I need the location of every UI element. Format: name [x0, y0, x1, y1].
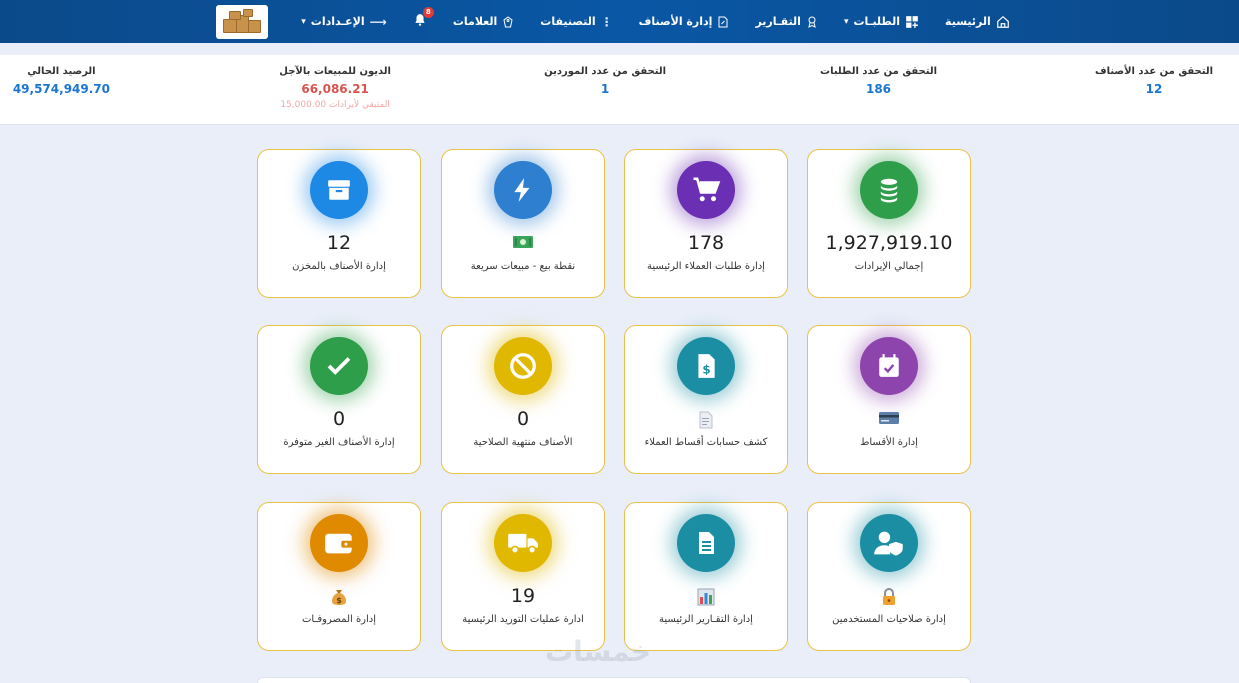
stat-label: التحقق من عدد الموردين	[544, 66, 666, 77]
tag-icon	[503, 15, 513, 27]
watermark: خمسات	[545, 635, 652, 668]
nav-reports[interactable]: التقـارير	[742, 0, 831, 43]
stat-label: الديون للمبيعات بالآجل	[279, 66, 391, 77]
card-pos[interactable]: نقطة بيع - مبيعات سريعة	[441, 149, 605, 298]
nav-notifications[interactable]: 8	[400, 0, 440, 43]
card-installments[interactable]: إدارة الأقساط	[807, 325, 971, 474]
stat-balance: الرصيد الحالي 49,574,949.70	[13, 66, 110, 96]
check-icon	[310, 337, 368, 395]
stat-label: التحقق من عدد الطلبات	[820, 66, 937, 77]
card-installment-statements[interactable]: $ كشف حسابات أقساط العملاء	[624, 325, 788, 474]
document-icon	[625, 411, 787, 433]
card-label: إدارة التقـارير الرئيسية	[659, 614, 753, 625]
card-value: 178	[687, 232, 725, 254]
nav-reports-label: التقـارير	[755, 15, 801, 28]
card-value: 0	[516, 408, 530, 430]
file-text-icon	[677, 514, 735, 572]
ban-icon	[494, 337, 552, 395]
card-label: إدارة المصروفـات	[301, 614, 377, 625]
nav-brands[interactable]: العلامات	[440, 0, 527, 43]
nav-orders[interactable]: الطلبـات ▾	[831, 0, 932, 43]
chevron-down-icon: ▾	[301, 16, 306, 27]
boxes-logo-icon	[221, 8, 263, 35]
notification-badge: 8	[422, 6, 434, 18]
card-value: 1,927,919.10	[825, 232, 953, 254]
card-label: الأصناف منتهية الصلاحية	[473, 437, 573, 448]
dashboard-add-icon	[906, 15, 918, 28]
card-customer-orders[interactable]: 178 إدارة طلبات العملاء الرئيسية	[624, 149, 788, 298]
money-bag-icon: $	[258, 588, 420, 610]
calendar-check-icon	[860, 337, 918, 395]
nav-brands-label: العلامات	[452, 15, 498, 28]
bar-chart-icon	[625, 588, 787, 610]
bell-icon: 8	[413, 6, 434, 31]
card-label: إدارة طلبات العملاء الرئيسية	[647, 261, 765, 272]
card-main-reports[interactable]: إدارة التقـارير الرئيسية	[624, 502, 788, 651]
svg-text:$: $	[336, 596, 342, 605]
stat-label: الرصيد الحالي	[27, 66, 96, 77]
card-stock-items[interactable]: 12 إدارة الأصناف بالمخزن	[257, 149, 421, 298]
card-value: 12	[326, 232, 352, 254]
coins-icon	[860, 161, 918, 219]
stats-bar: التحقق من عدد الأصناف 12 التحقق من عدد ا…	[0, 55, 1239, 125]
stat-label: التحقق من عدد الأصناف	[1094, 66, 1213, 77]
credit-card-icon	[808, 411, 970, 429]
nav-items-label: إدارة الأصناف	[638, 15, 713, 28]
stat-orders-count: التحقق من عدد الطلبات 186	[820, 66, 937, 96]
kebab-menu-icon: ⋮	[600, 14, 613, 29]
stat-items-count: التحقق من عدد الأصناف 12	[1095, 66, 1213, 96]
bottom-panel-edge	[257, 677, 971, 683]
card-revenue[interactable]: 1,927,919.10 إجمالي الإيرادات	[807, 149, 971, 298]
wallet-icon	[310, 514, 368, 572]
nav-categories[interactable]: ⋮ التصنيفات	[527, 0, 625, 43]
truck-icon	[494, 514, 552, 572]
card-label: نقطة بيع - مبيعات سريعة	[470, 261, 576, 272]
card-label: إدارة الأصناف الغير متوفرة	[283, 437, 395, 448]
card-label: إدارة الأصناف بالمخزن	[292, 261, 386, 272]
stat-credit-debts: الديون للمبيعات بالآجل 66,086.21 المتبقي…	[279, 66, 391, 110]
dollar-document-icon: $	[677, 337, 735, 395]
stat-value: 1	[600, 82, 610, 96]
chevron-down-icon: ▾	[843, 16, 849, 27]
arrow-right-icon: ⟶	[369, 14, 387, 29]
home-icon	[996, 15, 1009, 28]
card-label: ادارة عمليات التوريد الرئيسية	[462, 614, 584, 625]
stat-value: 66,086.21	[301, 82, 369, 96]
nav-home-label: الرئيسية	[945, 15, 991, 28]
svg-text:$: $	[702, 363, 710, 377]
nav-orders-label: الطلبـات	[853, 15, 901, 28]
stat-value: 186	[865, 82, 892, 96]
card-expenses[interactable]: $ إدارة المصروفـات	[257, 502, 421, 651]
box-icon	[310, 161, 368, 219]
card-unavailable-items[interactable]: 0 إدارة الأصناف الغير متوفرة	[257, 325, 421, 474]
card-supply-operations[interactable]: 19 ادارة عمليات التوريد الرئيسية	[441, 502, 605, 651]
card-value: 0	[332, 408, 346, 430]
top-navbar: الرئيسية الطلبـات ▾ التقـارير إدارة الأص…	[0, 0, 1239, 43]
nav-home[interactable]: الرئيسية	[932, 0, 1023, 43]
card-value: 19	[510, 585, 536, 607]
cart-icon	[677, 161, 735, 219]
lightning-icon	[494, 161, 552, 219]
stat-subtext: المتبقي لأيرادات 15,000.00	[280, 100, 390, 110]
lock-icon	[808, 588, 970, 610]
nav-items[interactable]: إدارة الأصناف	[626, 0, 743, 43]
card-expired-items[interactable]: 0 الأصناف منتهية الصلاحية	[441, 325, 605, 474]
card-label: إدارة الأقساط	[860, 437, 918, 448]
stat-value: 12	[1145, 82, 1163, 96]
brand-logo[interactable]	[216, 4, 269, 39]
nav-categories-label: التصنيفات	[540, 15, 596, 28]
card-label: إدارة صلاحيات المستخدمين	[832, 614, 946, 625]
money-icon	[442, 235, 604, 253]
stat-value: 49,574,949.70	[12, 82, 110, 96]
edit-document-icon	[718, 16, 728, 27]
card-label: كشف حسابات أقساط العملاء	[644, 437, 768, 448]
nav-settings-label: الإعـدادات	[310, 15, 365, 28]
award-icon	[808, 16, 816, 28]
user-shield-icon	[860, 514, 918, 572]
card-label: إجمالي الإيرادات	[854, 261, 924, 272]
stat-suppliers-count: التحقق من عدد الموردين 1	[544, 66, 666, 96]
nav-settings[interactable]: ⟶ الإعـدادات ▾	[288, 0, 400, 43]
card-user-permissions[interactable]: إدارة صلاحيات المستخدمين	[807, 502, 971, 651]
